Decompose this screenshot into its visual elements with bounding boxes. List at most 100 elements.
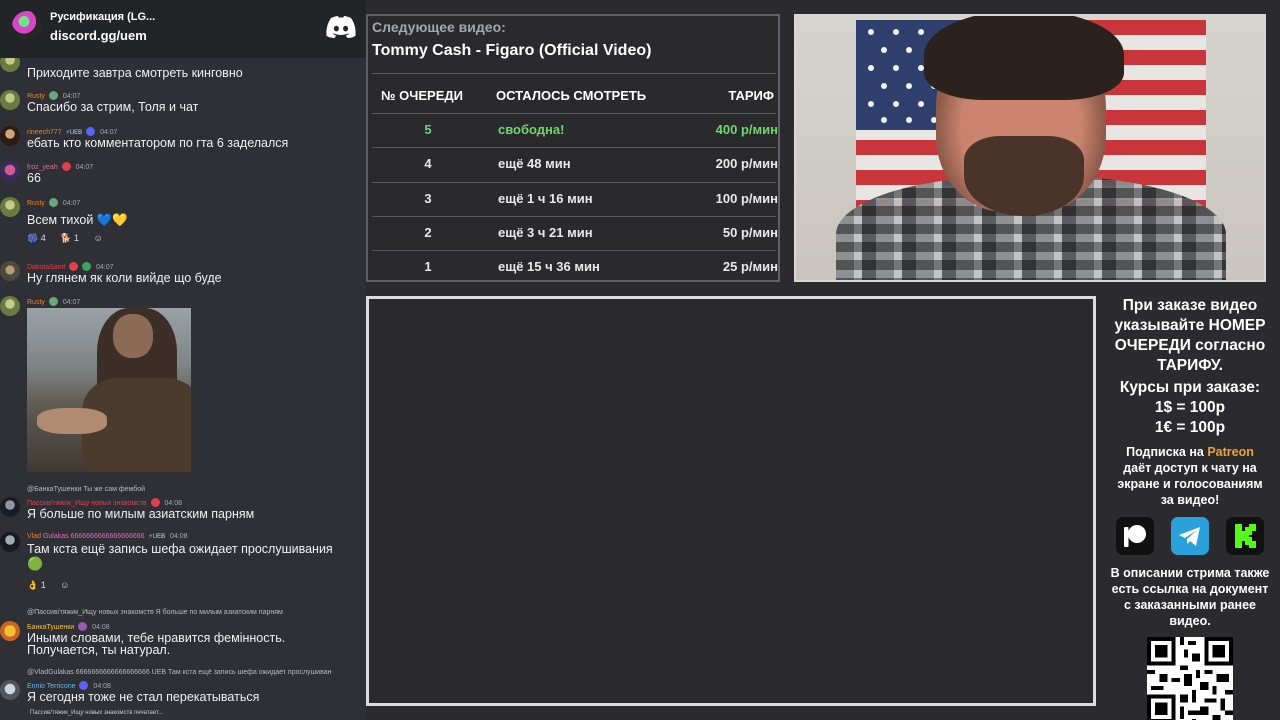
queue-number: 5 (424, 122, 432, 137)
message-text: ебать кто комментатором по гта 6 заделал… (27, 136, 289, 150)
role-badge-icon (48, 297, 58, 306)
reaction[interactable]: 🎆 4 (27, 233, 52, 243)
username[interactable]: Пассив/тяжик_Ищу новых знакомств (27, 500, 147, 507)
message-header: Ennio Terricone 04:08 (27, 681, 111, 690)
role-badge-icon (48, 91, 58, 100)
message-text: Получается, ты натурал. (27, 643, 171, 657)
qr-code-icon[interactable] (1147, 637, 1233, 720)
reactions: 👌 1 ☺ (27, 580, 75, 591)
user-tag: ⚡UEB (65, 130, 83, 136)
avatar[interactable] (0, 126, 20, 146)
avatar[interactable] (0, 621, 20, 641)
rate-eur: 1€ = 100р (1154, 419, 1226, 436)
avatar[interactable] (0, 90, 20, 110)
chat-panel: Русификация (LG... discord.gg/uem Приход… (0, 0, 366, 720)
queue-rate: 100 р/мин (715, 191, 778, 206)
message-text: Спасибо за стрим, Толя и чат (27, 100, 199, 114)
sticker: 🟢 (27, 556, 44, 571)
info-line: есть ссылка на документ (1111, 582, 1269, 596)
avatar[interactable] (0, 497, 20, 517)
patreon-link[interactable]: Patreon (1207, 445, 1254, 459)
description-note: В описании стрима также есть ссылка на д… (1100, 565, 1280, 629)
message-text: Приходите завтра смотреть кинговно (27, 66, 243, 80)
webcam-feed (794, 14, 1266, 282)
username[interactable]: Rusty (27, 200, 45, 207)
queue-rate: 400 р/мин (715, 122, 778, 137)
message-text: Ну глянем як коли вийде що буде (27, 271, 222, 285)
avatar[interactable] (0, 296, 20, 316)
column-header-num: № ОЧЕРЕДИ (381, 88, 463, 103)
timestamp: 04:07 (100, 129, 118, 136)
queue-remaining: ещё 48 мин (498, 156, 571, 171)
kick-icon[interactable] (1226, 517, 1264, 555)
attachment-figure (113, 314, 153, 358)
add-reaction-icon[interactable]: ☺ (94, 233, 103, 243)
username[interactable]: Ennio Terricone (27, 683, 76, 690)
queue-rate: 25 р/мин (722, 259, 778, 274)
message-text: Там кста ещё запись шефа ожидает прослуш… (27, 542, 333, 556)
social-links (1100, 517, 1280, 557)
message-text: Я сегодня тоже не стал перекатываться (27, 690, 260, 704)
message-text: 66 (27, 171, 41, 185)
image-attachment[interactable] (27, 308, 191, 472)
role-badge-icon (61, 162, 71, 171)
username[interactable]: froz_yeah (27, 164, 58, 171)
username[interactable]: Rusty (27, 299, 45, 306)
info-line: даёт доступ к чату на (1123, 461, 1257, 475)
username[interactable]: Vlad (27, 533, 41, 540)
role-badge-icon (69, 262, 79, 271)
timestamp: 04:07 (62, 200, 81, 207)
queue-row: 3 ещё 1 ч 16 мин 100 р/мин (372, 182, 778, 216)
typing-indicator: Пассив/тяжик_Ищу новых знакомств печатае… (30, 710, 164, 716)
queue-number: 2 (424, 225, 432, 240)
message-header: Пассив/тяжик_Ищу новых знакомств 04:08 (27, 498, 182, 507)
message-text: Всем тихой 💙💛 (27, 213, 128, 227)
exchange-rates: Курсы при заказе: 1$ = 100р 1€ = 100р (1100, 378, 1280, 438)
timestamp: 04:08 (93, 683, 111, 690)
reactions: 🎆 4 🐕 1 ☺ (27, 233, 109, 244)
queue-remaining: ещё 1 ч 16 мин (498, 191, 593, 206)
avatar[interactable] (0, 261, 20, 281)
username[interactable]: rineech777 (27, 129, 62, 136)
server-header[interactable]: Русификация (LG... discord.gg/uem (0, 0, 366, 58)
avatar[interactable] (0, 161, 20, 181)
message-text: Я больше по милым азиатским парням (27, 507, 255, 521)
username[interactable]: DakotaSaint (27, 264, 65, 271)
queue-row: 4 ещё 48 мин 200 р/мин (372, 147, 778, 181)
avatar[interactable] (0, 680, 20, 700)
video-player-area[interactable] (366, 296, 1096, 706)
message-header: Rusty 04:07 (27, 91, 80, 100)
patreon-glyph-icon (1124, 525, 1146, 547)
timestamp: 04:07 (75, 164, 94, 171)
reply-preview[interactable]: @VladGulakas 6666666666666666666 UEB Там… (27, 669, 331, 676)
reaction[interactable]: 🐕 1 (60, 233, 85, 243)
info-panel: При заказе видео указывайте НОМЕР ОЧЕРЕД… (1100, 294, 1280, 720)
info-line: ТАРИФУ. (1157, 357, 1223, 374)
info-line: При заказе видео (1122, 297, 1258, 314)
message-header: Vlad Gulakas 6666666666666666666 ⚡UEB 04… (27, 533, 188, 540)
message-header: Rusty 04:07 (27, 297, 80, 306)
queue-number: 3 (424, 191, 432, 206)
telegram-icon[interactable] (1171, 517, 1209, 555)
column-header-left: ОСТАЛОСЬ СМОТРЕТЬ (496, 88, 647, 103)
username[interactable]: БанкаТушенки (27, 624, 74, 631)
avatar[interactable] (0, 532, 20, 552)
avatar[interactable] (0, 197, 20, 217)
info-line: с заказанными ранее (1123, 598, 1256, 612)
queue-remaining: ещё 15 ч 36 мин (498, 259, 600, 274)
info-line: видео. (1169, 614, 1211, 628)
reply-preview[interactable]: @БанкаТушенки Ты же сам фембой (27, 486, 145, 493)
username[interactable]: Rusty (27, 93, 45, 100)
info-line: экране и голосованиям (1117, 477, 1263, 491)
patreon-icon[interactable] (1116, 517, 1154, 555)
add-reaction-icon[interactable]: ☺ (60, 580, 69, 590)
role-badge-icon (82, 262, 92, 271)
discord-logo-icon (326, 16, 356, 38)
reply-preview[interactable]: @Пассив/тяжик_Ищу новых знакомств Я боль… (27, 609, 283, 616)
reaction[interactable]: 👌 1 (27, 580, 52, 590)
queue-rate: 200 р/мин (715, 156, 778, 171)
role-badge-icon (79, 681, 89, 690)
message-header: rineech777 ⚡UEB 04:07 (27, 127, 118, 136)
timestamp: 04:08 (92, 624, 110, 631)
next-video-label: Следующее видео: (372, 19, 506, 35)
